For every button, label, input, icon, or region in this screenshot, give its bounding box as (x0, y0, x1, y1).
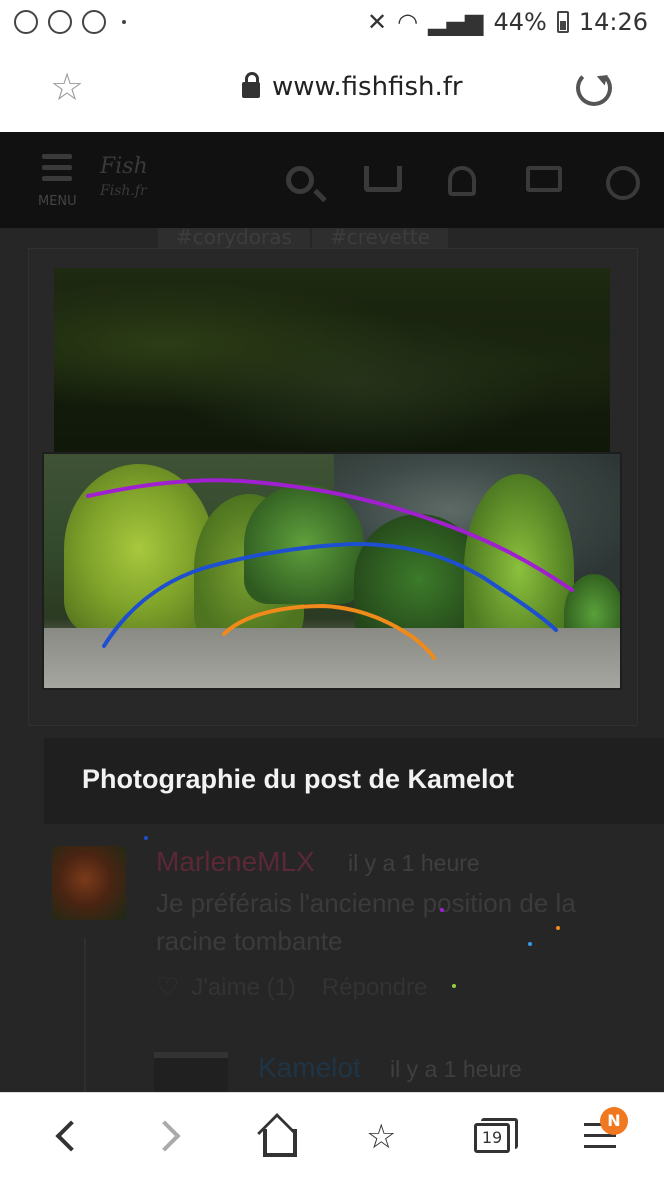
reload-icon[interactable] (576, 70, 612, 106)
search-icon[interactable] (286, 166, 314, 194)
url-text: www.fishfish.fr (272, 72, 463, 102)
contour-lines (86, 478, 574, 660)
reply-time: il y a 1 heure (390, 1056, 522, 1082)
menu-label: MENU (38, 194, 77, 209)
clock: 14:26 (578, 8, 648, 36)
color-dot (452, 984, 456, 988)
bell-icon[interactable] (448, 166, 476, 196)
home-button[interactable] (258, 1115, 302, 1159)
reply-button[interactable]: Répondre (322, 974, 427, 1002)
forward-button[interactable] (149, 1115, 194, 1159)
site-header: MENU Fish Fish.fr (0, 132, 664, 228)
lock-status-icon (48, 10, 72, 34)
notification-badge: N (600, 1107, 628, 1135)
browser-bottom-nav: ☆ 19 N (0, 1092, 664, 1180)
avatar[interactable] (154, 1052, 228, 1092)
status-bar: ✕ ◠ ▂▄▆ 44% 14:26 (0, 0, 664, 46)
orange-contour-line (222, 603, 436, 660)
aquarium-photo-dimmed (54, 268, 610, 458)
wifi-icon: ◠ (397, 8, 419, 36)
signal-icon: ▂▄▆ (428, 8, 484, 36)
site-logo[interactable]: Fish Fish.fr (100, 156, 148, 202)
address-field[interactable]: www.fishfish.fr (242, 72, 463, 102)
tabs-icon: 19 (474, 1118, 518, 1153)
chevron-left-icon (55, 1120, 87, 1152)
logo-line2: Fish.fr (100, 183, 147, 199)
tabs-count: 19 (481, 1128, 503, 1147)
color-dot (144, 836, 148, 840)
photo-caption: Photographie du post de Kamelot (44, 738, 664, 824)
comment-text: Je préférais l'ancienne position de la r… (156, 888, 576, 956)
color-dot (440, 908, 444, 912)
back-button[interactable] (48, 1115, 92, 1159)
mail-icon[interactable] (526, 166, 562, 192)
bookmarks-star-icon: ☆ (366, 1117, 397, 1157)
heart-icon[interactable]: ♡ (156, 972, 179, 1003)
alarm-icon (14, 10, 38, 34)
timer-icon (82, 10, 106, 34)
lock-icon (242, 72, 260, 98)
tabs-button[interactable]: 19 (472, 1115, 518, 1159)
reply-author[interactable]: Kamelot (258, 1052, 361, 1084)
chevron-right-icon (149, 1120, 181, 1152)
page-content: #corydoras #crevette Photographie du pos… (0, 228, 664, 1092)
home-icon (263, 1129, 297, 1157)
battery-icon (556, 11, 569, 33)
browser-url-bar: ☆ www.fishfish.fr (0, 46, 664, 132)
color-dot (528, 942, 532, 946)
avatar[interactable] (52, 846, 126, 920)
comment-time: il y a 1 heure (348, 850, 480, 876)
thread-line (84, 938, 86, 1098)
like-button[interactable]: J'aime (1) (191, 974, 296, 1002)
caption-text: Photographie du post de Kamelot (82, 764, 515, 794)
bookmarks-button[interactable]: ☆ (366, 1115, 410, 1159)
logo-line1: Fish (100, 154, 148, 179)
bookmark-star-icon[interactable]: ☆ (50, 68, 84, 106)
menu-button[interactable] (42, 154, 72, 187)
mute-icon: ✕ (367, 8, 388, 36)
cart-icon[interactable] (364, 166, 402, 192)
aquarium-photo-annotated[interactable] (42, 452, 622, 690)
user-icon[interactable] (606, 166, 640, 200)
blue-contour-line (102, 541, 558, 648)
purple-contour-line (86, 478, 574, 592)
notification-dot-icon (122, 20, 126, 24)
battery-percent: 44% (493, 8, 547, 36)
comment-author[interactable]: MarleneMLX (156, 846, 315, 878)
color-dot (556, 926, 560, 930)
